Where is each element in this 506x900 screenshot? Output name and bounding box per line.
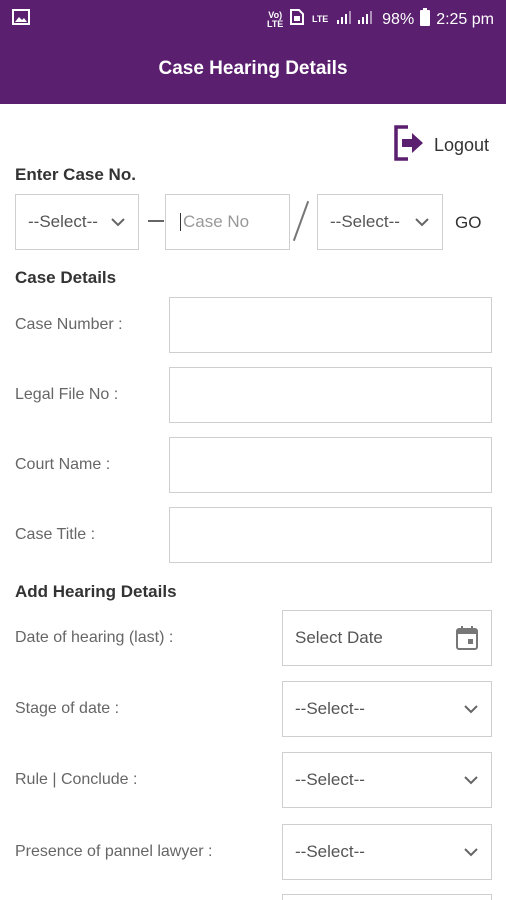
date-of-hearing-picker[interactable]: Select Date	[282, 610, 492, 666]
page-title: Case Hearing Details	[158, 58, 348, 79]
text-cursor	[180, 213, 181, 231]
clock: 2:25 pm	[436, 10, 494, 28]
chevron-down-icon	[464, 705, 478, 714]
case-title-label: Case Title :	[15, 526, 96, 543]
lte-icon: LTE	[311, 14, 329, 24]
case-no-placeholder: Case No	[183, 212, 250, 231]
next-field-partial[interactable]	[282, 894, 492, 900]
chevron-down-icon	[111, 218, 125, 227]
case-number-field[interactable]	[169, 297, 492, 353]
stage-of-date-label: Stage of date :	[15, 700, 120, 717]
logout-icon	[392, 124, 426, 167]
hearing-details-heading: Add Hearing Details	[15, 582, 177, 601]
enter-case-heading: Enter Case No.	[15, 165, 136, 184]
case-number-label: Case Number :	[15, 316, 123, 333]
court-name-field[interactable]	[169, 437, 492, 493]
stage-of-date-select[interactable]: --Select--	[282, 681, 492, 737]
presence-label: Presence of pannel lawyer :	[15, 843, 213, 860]
status-bar: Vo) LTE LTE 98% 2:25 pm	[0, 0, 506, 36]
court-name-label: Court Name :	[15, 456, 111, 473]
stage-value: --Select--	[295, 699, 365, 718]
chevron-down-icon	[464, 848, 478, 857]
legal-file-no-field[interactable]	[169, 367, 492, 423]
presence-value: --Select--	[295, 842, 365, 861]
sim-card-icon	[290, 9, 305, 30]
case-details-heading: Case Details	[15, 268, 117, 287]
signal-icon	[336, 9, 376, 30]
separator-dash	[148, 220, 164, 222]
battery-percent: 98%	[382, 10, 415, 28]
case-title-field[interactable]	[169, 507, 492, 563]
case-no-input[interactable]: Case No	[165, 194, 290, 250]
calendar-icon	[456, 626, 478, 650]
rule-conclude-select[interactable]: --Select--	[282, 752, 492, 808]
case-year-value: --Select--	[330, 212, 400, 231]
rule-conclude-label: Rule | Conclude :	[15, 771, 138, 788]
logout-label: Logout	[434, 135, 490, 155]
rule-value: --Select--	[295, 770, 365, 789]
case-year-select[interactable]: --Select--	[317, 194, 443, 250]
logout-button[interactable]: Logout	[392, 124, 489, 167]
chevron-down-icon	[464, 776, 478, 785]
gallery-notification-icon	[12, 9, 30, 30]
separator-slash	[292, 200, 310, 242]
legal-file-no-label: Legal File No :	[15, 386, 119, 403]
case-type-select[interactable]: --Select--	[15, 194, 139, 250]
battery-icon	[420, 8, 431, 31]
date-of-hearing-label: Date of hearing (last) :	[15, 629, 174, 646]
case-type-value: --Select--	[28, 212, 98, 231]
chevron-down-icon	[415, 218, 429, 227]
presence-select[interactable]: --Select--	[282, 824, 492, 880]
date-placeholder: Select Date	[295, 628, 383, 647]
app-bar: Case Hearing Details	[0, 36, 506, 104]
go-button[interactable]: GO	[455, 213, 481, 233]
volte-icon: Vo) LTE	[266, 9, 284, 29]
